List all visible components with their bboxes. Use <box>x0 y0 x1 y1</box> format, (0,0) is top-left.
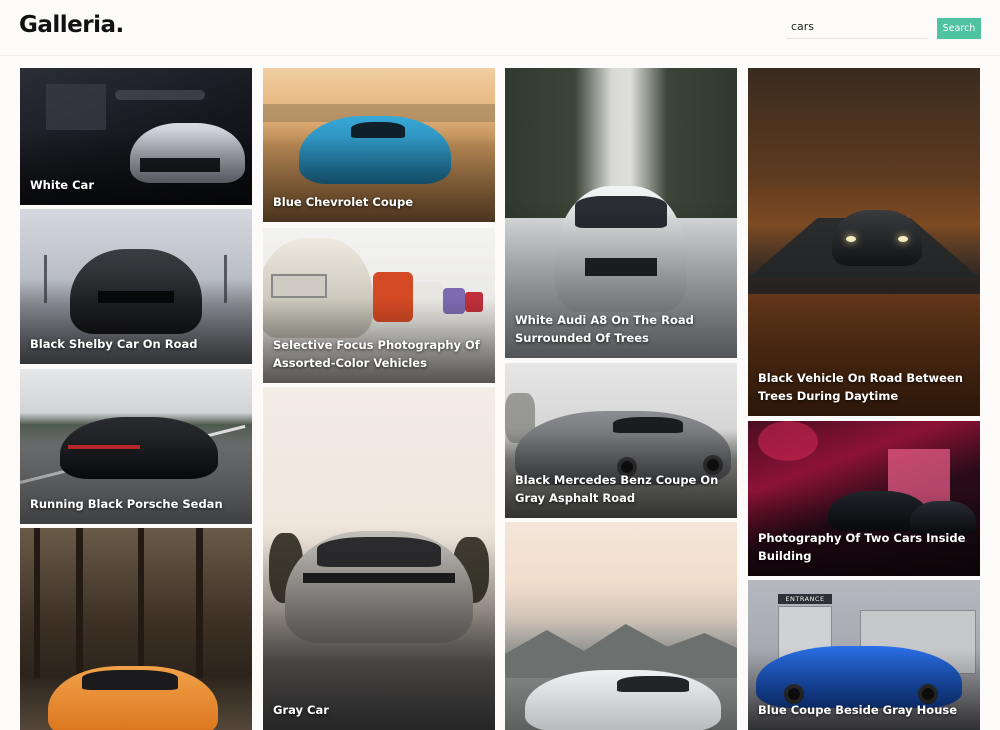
photo-caption: Black Vehicle On Road Between Trees Duri… <box>758 371 963 403</box>
photo-card[interactable]: Running Black Porsche Sedan <box>20 369 252 524</box>
photo-image <box>505 522 737 730</box>
search-button[interactable]: Search <box>937 18 981 39</box>
photo-card[interactable]: Blue Chevrolet Coupe <box>263 68 495 222</box>
photo-card[interactable]: ENTRANCE Blue Coupe Beside Gray House <box>748 580 980 730</box>
photo-caption: White Car <box>30 178 94 192</box>
photo-card[interactable]: Photography Of Two Cars Inside Building <box>748 421 980 576</box>
photo-card[interactable]: White Car <box>20 68 252 205</box>
photo-caption: Selective Focus Photography Of Assorted-… <box>273 338 480 370</box>
photo-card[interactable] <box>20 528 252 730</box>
photo-caption: Gray Car <box>273 703 329 717</box>
photo-card[interactable]: Black Shelby Car On Road <box>20 209 252 364</box>
photo-caption: Blue Coupe Beside Gray House <box>758 703 958 717</box>
photo-image <box>20 528 252 730</box>
search-input[interactable] <box>786 18 928 39</box>
site-logo[interactable]: Galleria. <box>19 12 124 38</box>
photo-caption: Blue Chevrolet Coupe <box>273 195 413 209</box>
photo-card[interactable] <box>505 522 737 730</box>
photo-caption: Black Shelby Car On Road <box>30 337 198 351</box>
photo-card[interactable]: Gray Car <box>263 387 495 730</box>
photo-caption: White Audi A8 On The Road Surrounded Of … <box>515 313 694 345</box>
photo-caption: Black Mercedes Benz Coupe On Gray Asphal… <box>515 473 719 505</box>
photo-card[interactable]: Black Mercedes Benz Coupe On Gray Asphal… <box>505 363 737 518</box>
top-bar: Galleria. Search <box>0 0 1000 56</box>
entrance-sign: ENTRANCE <box>778 594 832 604</box>
photo-card[interactable]: Black Vehicle On Road Between Trees Duri… <box>748 68 980 416</box>
photo-caption: Running Black Porsche Sedan <box>30 497 223 511</box>
photo-card[interactable]: Selective Focus Photography Of Assorted-… <box>263 228 495 383</box>
photo-caption: Photography Of Two Cars Inside Building <box>758 531 966 563</box>
photo-card[interactable]: White Audi A8 On The Road Surrounded Of … <box>505 68 737 358</box>
